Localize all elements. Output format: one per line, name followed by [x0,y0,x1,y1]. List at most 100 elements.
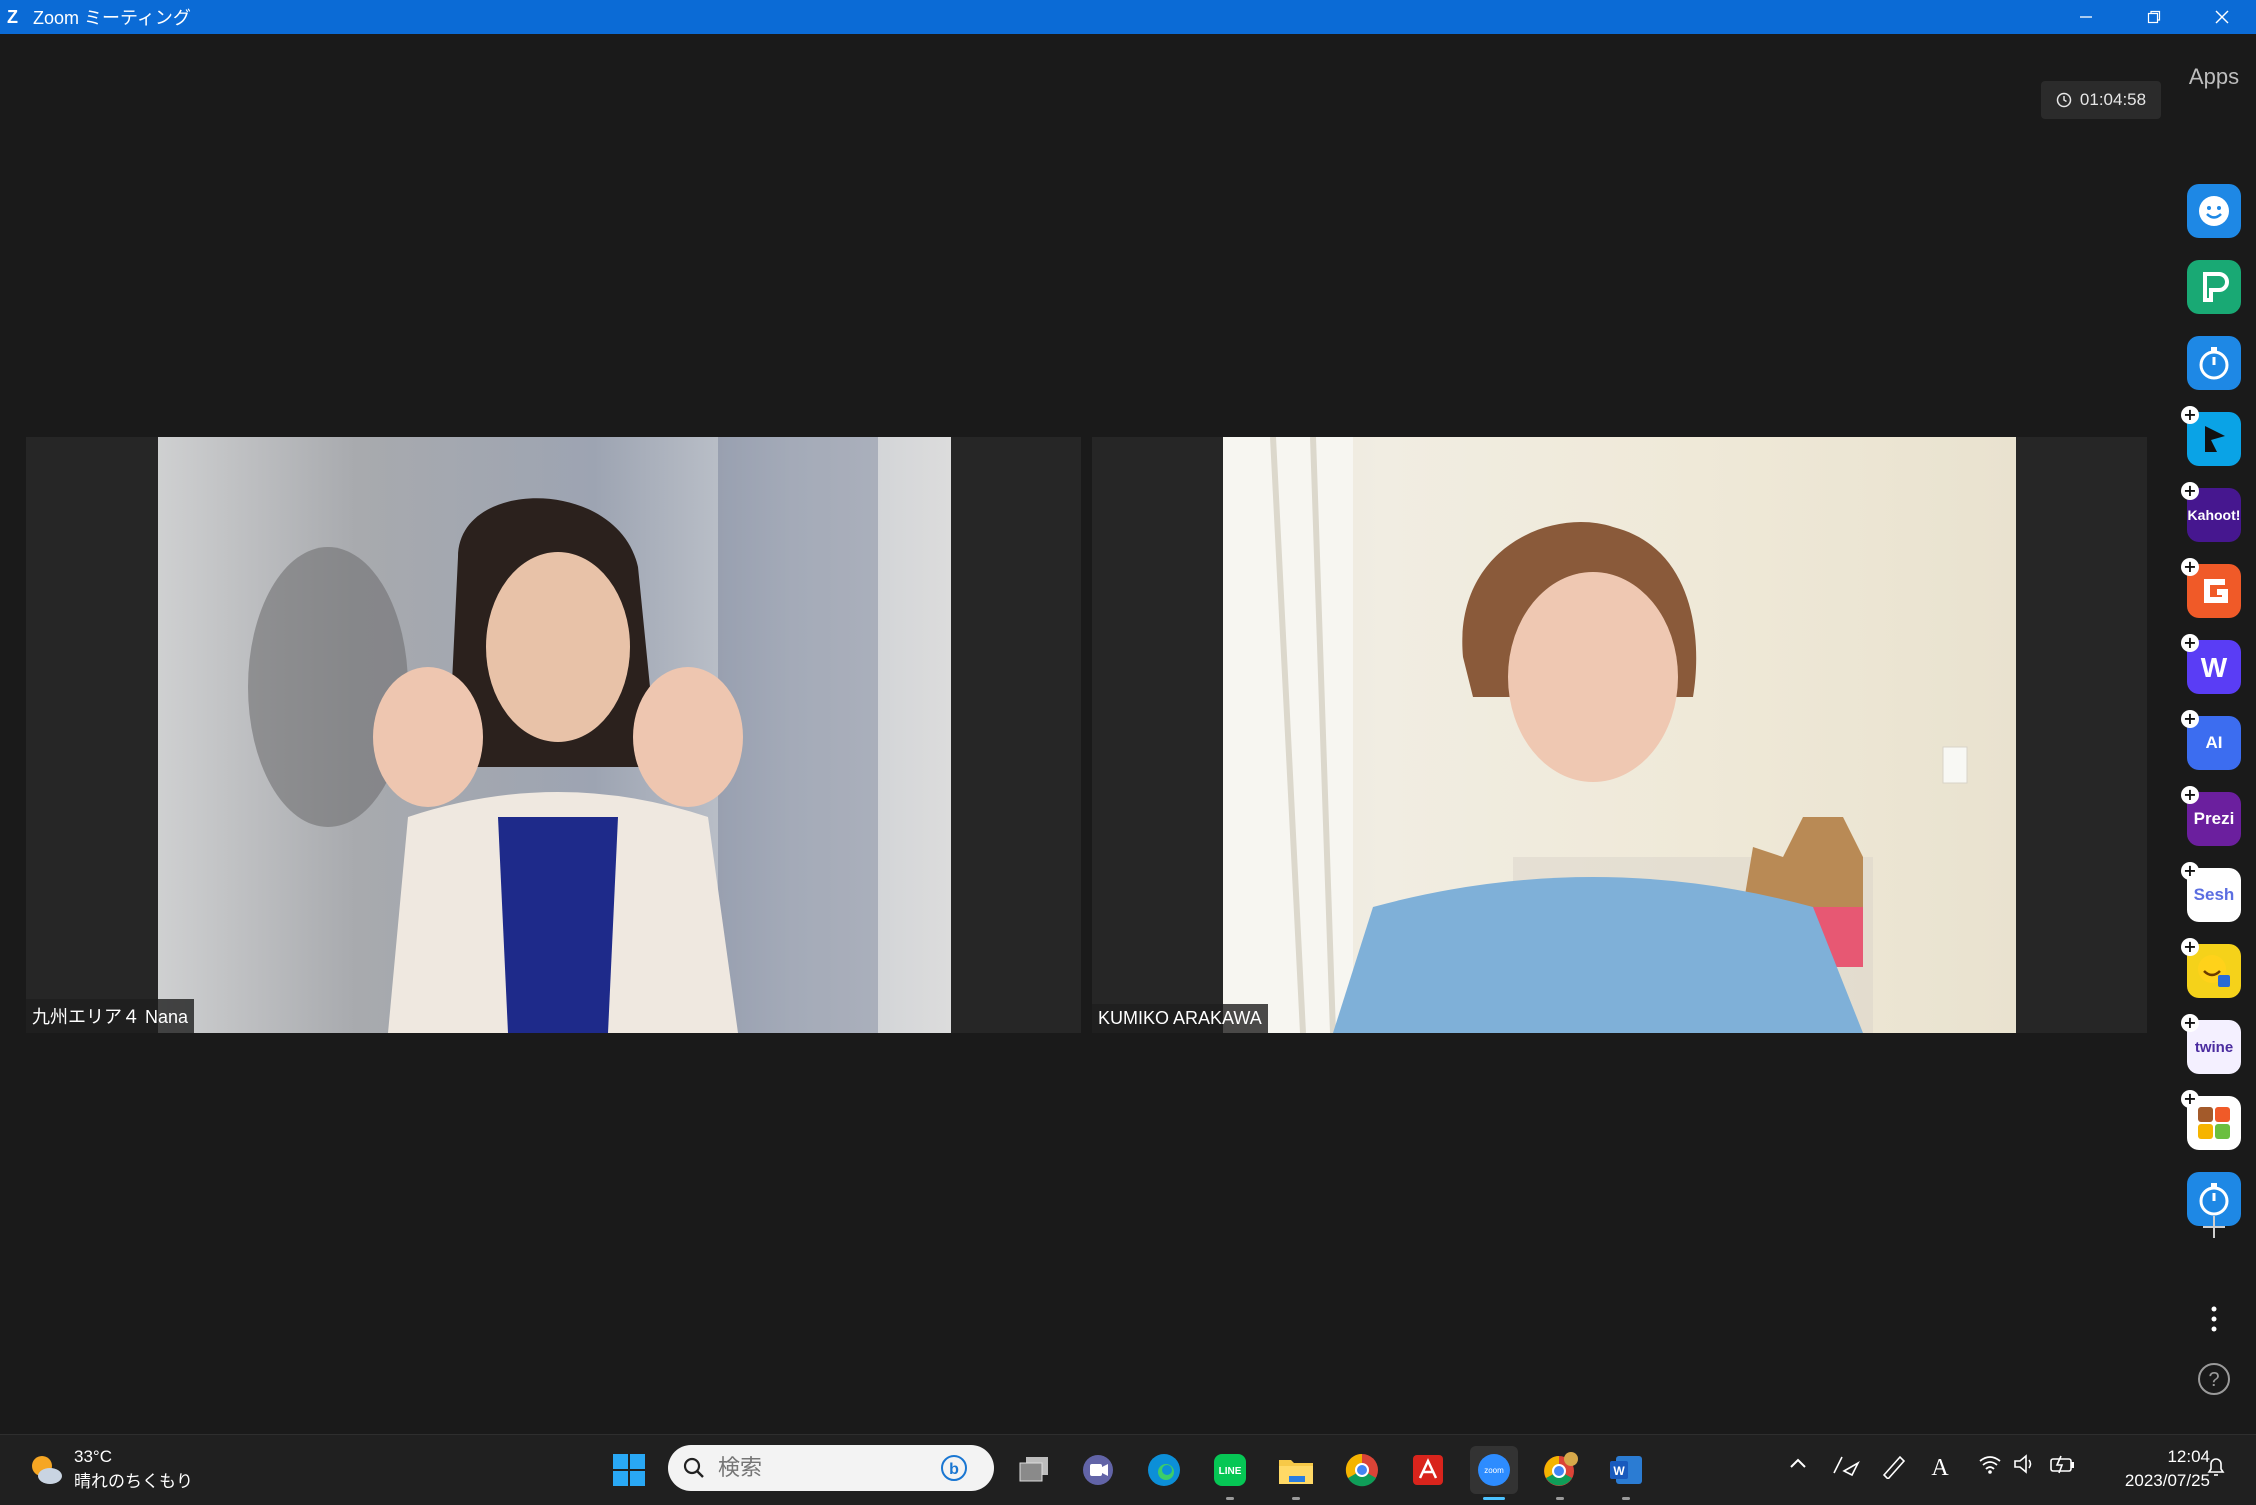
meeting-area: 01:04:58 九州エリア４ Nana KUMIKO ARAKAWA [0,34,2172,1434]
notifications-button[interactable] [2204,1455,2228,1483]
chat-icon [1083,1455,1113,1485]
volume-button[interactable] [2013,1453,2037,1479]
line-button[interactable]: LINE [1206,1446,1254,1500]
svg-text:W: W [1613,1464,1625,1478]
battery-button[interactable] [2048,1453,2076,1479]
apps-panel: Apps + + Kahoot! + + W + AI + Prezi + Sesh + + twine + … [2172,34,2256,1434]
zoom-logo-icon: Z [7,7,18,27]
acrobat-button[interactable] [1404,1446,1452,1494]
participant-video-2 [1223,437,2016,1033]
start-button[interactable] [605,1446,653,1494]
teams-chat-button[interactable] [1074,1446,1122,1494]
svg-text:LINE: LINE [1219,1466,1242,1477]
taskbar-clock[interactable]: 12:04 2023/07/25 [2125,1445,2210,1493]
pen-tray-button[interactable] [1830,1453,1862,1481]
network-button[interactable] [1978,1453,2002,1479]
timer-app-icon[interactable] [2187,336,2241,390]
add-app-button[interactable] [2196,1209,2232,1245]
apps-title: Apps [2188,64,2240,89]
svg-text:W: W [2201,652,2228,683]
weather-widget[interactable]: 33°C 晴れのちくもり [28,1447,193,1492]
folder-icon [1279,1460,1313,1484]
chevron-up-icon [1790,1458,1806,1468]
ink-workspace-button[interactable] [1880,1453,1908,1483]
sesh-app-icon[interactable]: + Sesh [2181,862,2241,922]
app-label: AI [2205,733,2223,752]
running-indicator [1226,1497,1234,1500]
flag-app-icon[interactable]: + [2181,406,2241,466]
clock-time: 12:04 [2167,1447,2210,1466]
task-view-button[interactable] [1010,1446,1058,1494]
emoji-app-icon[interactable]: + [2181,938,2241,998]
zoom-taskbar-button[interactable]: zoom [1470,1446,1518,1500]
weather-condition: 晴れのちくもり [74,1472,193,1491]
app-label: Kahoot! [2187,507,2241,523]
participant-video-1 [158,437,951,1033]
show-hidden-icons-button[interactable] [1788,1453,1808,1477]
minimize-button[interactable] [2052,0,2120,34]
svg-text:b: b [949,1461,959,1478]
clock-icon [2056,92,2072,108]
video-tile-1[interactable]: 九州エリア４ Nana [26,437,1081,1033]
title-bar: Z Zoom ミーティング [0,0,2256,34]
app-label: Sesh [2193,885,2235,904]
app-label: twine [2194,1038,2234,1056]
more-options-button[interactable] [2202,1304,2226,1334]
wifi-icon [1979,1456,2001,1474]
svg-text:?: ? [2208,1369,2219,1391]
running-indicator [1622,1497,1630,1500]
kahoot-app-icon[interactable]: + Kahoot! [2181,482,2241,542]
restore-button[interactable] [2120,0,2188,34]
plus-icon [2203,1216,2225,1238]
participant-name-2: KUMIKO ARAKAWA [1092,1004,1268,1033]
p-app-icon[interactable] [2187,260,2241,314]
chrome-icon [1345,1453,1378,1487]
running-indicator [1292,1497,1300,1500]
active-indicator [1483,1497,1505,1500]
video-tile-2[interactable]: KUMIKO ARAKAWA [1092,437,2147,1033]
search-input[interactable] [716,1454,940,1482]
task-view-icon [1019,1457,1048,1482]
ime-button[interactable]: A [1928,1453,1952,1483]
add-badge-icon: + [2181,558,2199,576]
smile-app-icon[interactable] [2187,184,2241,238]
svg-text:A: A [1931,1455,1949,1479]
speaker-icon [2014,1454,2032,1474]
timer-text: 01:04:58 [2079,90,2147,109]
help-button[interactable]: ? [2197,1362,2231,1396]
c-app-icon[interactable]: + [2181,558,2241,618]
taskbar-search[interactable]: b [668,1445,994,1491]
acrobat-icon [1413,1455,1443,1485]
add-badge-icon: + [2181,482,2199,500]
windows-logo-icon [613,1454,645,1486]
word-button[interactable]: W [1602,1446,1650,1500]
person-silhouette-1 [248,437,878,1033]
add-badge-icon: + [2181,862,2199,880]
twine-app-icon[interactable]: + twine [2181,1014,2241,1074]
chrome-profile-icon [1544,1452,1578,1486]
chrome-button[interactable] [1338,1446,1386,1494]
add-badge-icon: + [2181,786,2199,804]
add-badge-icon: + [2181,1014,2199,1032]
w-app-icon[interactable]: + W [2181,634,2241,694]
file-explorer-button[interactable] [1272,1446,1320,1500]
edge-button[interactable] [1140,1446,1188,1494]
close-icon [2215,10,2229,24]
search-icon [683,1457,704,1478]
partly-cloudy-icon [32,1455,62,1484]
ai-app-icon[interactable]: + AI [2181,710,2241,770]
participant-name-1: 九州エリア４ Nana [26,999,195,1033]
person-silhouette-2 [1223,437,1968,1033]
word-icon: W [1610,1456,1642,1484]
minimize-icon [2080,16,2092,18]
edge-icon [1148,1454,1180,1486]
add-badge-icon: + [2181,406,2199,424]
chrome-profile-button[interactable] [1536,1446,1584,1500]
zoom-icon: zoom [1478,1454,1510,1486]
app-label: Prezi [2193,809,2235,828]
prezi-app-icon[interactable]: + Prezi [2181,786,2241,846]
help-icon: ? [2198,1363,2230,1395]
close-button[interactable] [2188,0,2256,34]
window-title: Zoom ミーティング [33,8,191,28]
blocks-app-icon[interactable]: + [2181,1090,2241,1150]
